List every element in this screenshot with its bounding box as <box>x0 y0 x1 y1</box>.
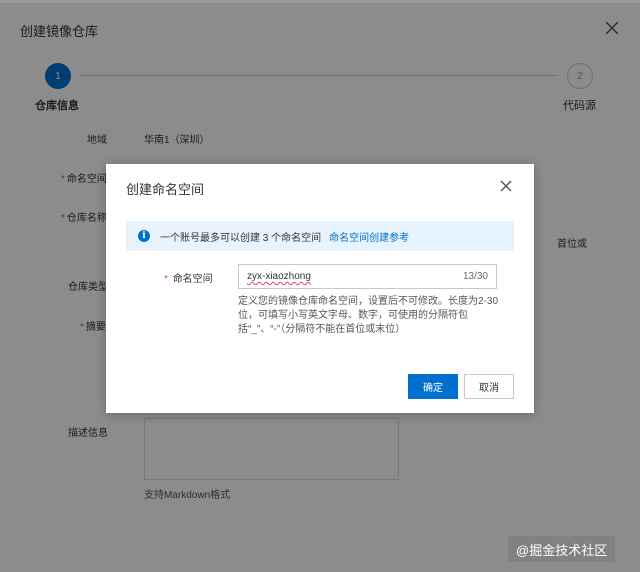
namespace-field-label: * 命名空间 <box>164 274 213 285</box>
notice-text: 一个账号最多可以创建 3 个命名空间 <box>160 232 322 244</box>
dialog-close-icon[interactable] <box>498 178 514 194</box>
namespace-help-text: 定义您的镜像仓库命名空间，设置后不可修改。长度为2-30位，可填写小写英文字母、… <box>238 296 499 335</box>
notice-bar: i 一个账号最多可以创建 3 个命名空间 命名空间创建参考 <box>126 221 514 251</box>
namespace-reference-link[interactable]: 命名空间创建参考 <box>329 229 409 244</box>
create-namespace-dialog: 创建命名空间 i 一个账号最多可以创建 3 个命名空间 命名空间创建参考 * 命… <box>106 164 534 413</box>
namespace-input-value: zyx-xiaozhong <box>247 271 311 282</box>
info-icon: i <box>138 230 150 242</box>
cancel-button[interactable]: 取消 <box>464 374 514 399</box>
confirm-button[interactable]: 确定 <box>408 374 458 399</box>
dialog-title: 创建命名空间 <box>126 182 205 197</box>
watermark: @掘金技术社区 <box>508 536 616 562</box>
namespace-input[interactable]: zyx-xiaozhong 13/30 <box>238 264 497 289</box>
character-count: 13/30 <box>462 271 488 282</box>
